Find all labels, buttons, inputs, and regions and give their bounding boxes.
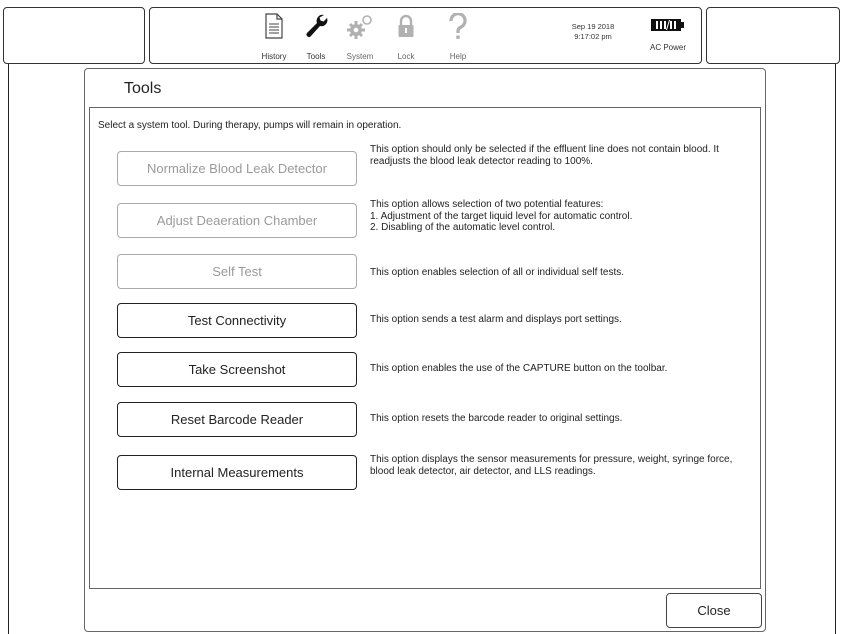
tool-description: This option resets the barcode reader to… (370, 413, 623, 424)
toolbar: History Tools System Lock Help Sep 19 20… (149, 7, 702, 64)
top-left-panel (3, 7, 145, 64)
help-button[interactable]: Help (438, 12, 478, 61)
date-text: Sep 19 2018 (571, 22, 615, 31)
wrench-icon (296, 13, 336, 43)
lock-button[interactable]: Lock (386, 13, 426, 61)
internal-measurements-button[interactable]: Internal Measurements (117, 455, 357, 490)
dialog-title: Tools (124, 80, 162, 97)
tool-description: This option enables selection of all or … (370, 267, 625, 278)
right-border-line (835, 64, 836, 634)
tool-description: This option displays the sensor measurem… (370, 454, 733, 477)
help-label: Help (449, 52, 467, 61)
adjust-deaeration-button[interactable]: Adjust Deaeration Chamber (117, 203, 357, 238)
take-screenshot-button[interactable]: Take Screenshot (117, 352, 357, 387)
tools-button[interactable]: Tools (296, 13, 336, 61)
battery-plug-icon (651, 19, 685, 36)
close-button[interactable]: Close (666, 593, 762, 628)
tools-content: Select a system tool. During therapy, pu… (89, 107, 761, 589)
help-icon (438, 12, 478, 43)
lock-label: Lock (397, 52, 415, 61)
tool-description: This option should only be selected if t… (370, 144, 719, 167)
self-test-button[interactable]: Self Test (117, 254, 357, 289)
power-status: AC Power (638, 18, 698, 52)
date-time-display: Sep 19 2018 9:17:02 pm (558, 22, 628, 42)
history-button[interactable]: History (254, 13, 294, 61)
test-connectivity-button[interactable]: Test Connectivity (117, 303, 357, 338)
instructions-text: Select a system tool. During therapy, pu… (98, 120, 402, 131)
history-icon (254, 13, 294, 43)
tool-description: This option sends a test alarm and displ… (370, 314, 622, 325)
lock-icon (386, 13, 426, 43)
tool-description: This option enables the use of the CAPTU… (370, 363, 668, 374)
time-text: 9:17:02 pm (574, 32, 612, 41)
tools-dialog: Tools Select a system tool. During thera… (84, 68, 766, 632)
normalize-blood-leak-button[interactable]: Normalize Blood Leak Detector (117, 151, 357, 186)
top-right-panel (706, 7, 840, 64)
system-label: System (346, 52, 374, 61)
gears-icon (340, 13, 380, 43)
tool-description: This option allows selection of two pote… (370, 199, 633, 233)
power-label: AC Power (649, 43, 686, 52)
system-button[interactable]: System (340, 13, 380, 61)
left-border-line (8, 64, 9, 634)
reset-barcode-button[interactable]: Reset Barcode Reader (117, 402, 357, 437)
